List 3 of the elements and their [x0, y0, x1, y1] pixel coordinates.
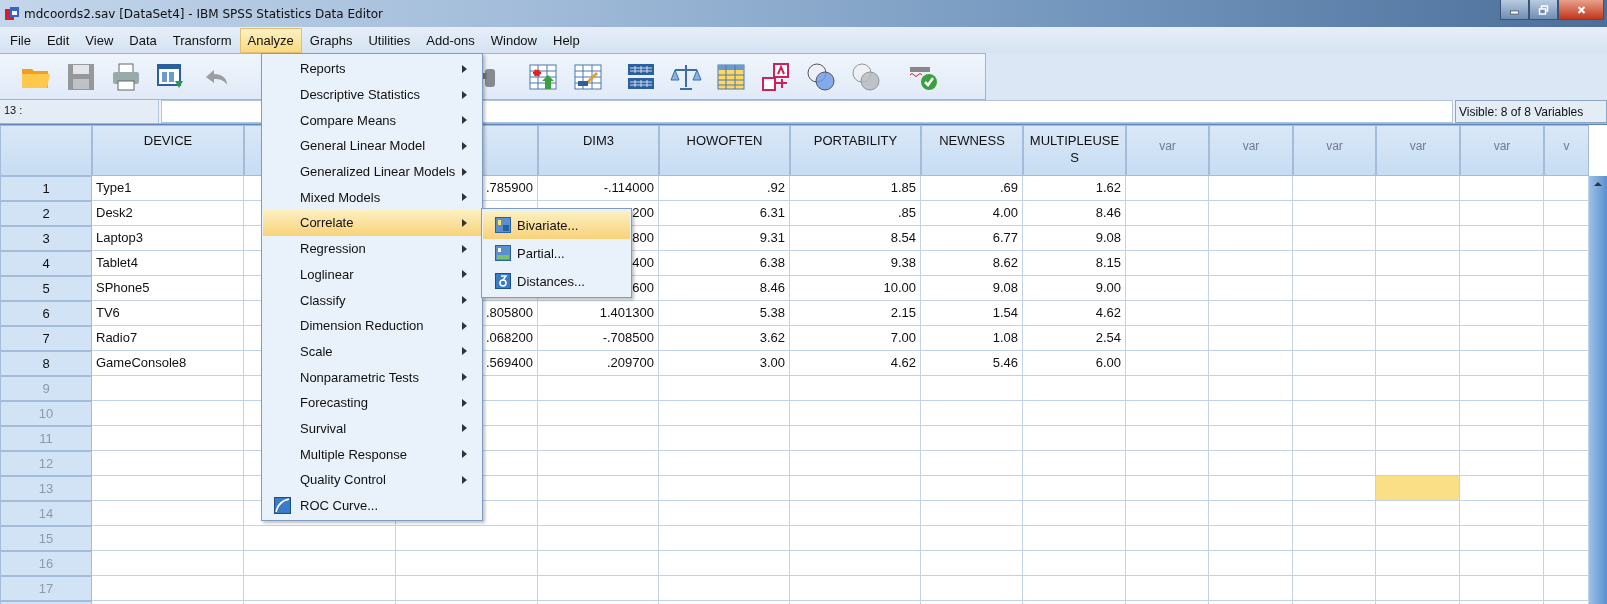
visible-variables-label: Visible: 8 of 8 Variables	[1455, 100, 1607, 123]
window-title: mdcoords2.sav [DataSet4] - IBM SPSS Statistics Data Editor	[24, 6, 383, 21]
cell-reference: 13 :	[0, 100, 159, 123]
